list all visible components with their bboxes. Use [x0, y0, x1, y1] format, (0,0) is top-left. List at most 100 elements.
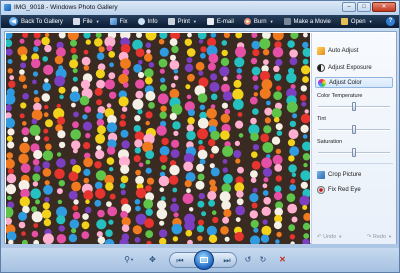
fix-button[interactable]: Fix — [105, 15, 133, 28]
bead — [148, 62, 155, 68]
bead — [249, 210, 258, 219]
rotate-clockwise-button[interactable]: ↻ — [258, 254, 268, 265]
fix-icon — [109, 18, 117, 25]
bead — [172, 121, 181, 130]
fix-red-eye-label: Fix Red Eye — [328, 186, 361, 193]
viewer-area: Auto Adjust Adjust Exposure Adjust Color… — [4, 31, 397, 244]
bead — [250, 177, 257, 183]
bead — [253, 84, 259, 90]
bead — [8, 80, 16, 88]
rotate-counterclockwise-button[interactable]: ↺ — [243, 254, 253, 265]
bead — [33, 89, 39, 95]
file-menu[interactable]: File ▼ — [68, 15, 105, 28]
bead — [145, 159, 151, 165]
adjust-exposure-button[interactable]: Adjust Exposure — [315, 62, 393, 73]
bead — [33, 39, 42, 47]
maximize-button[interactable]: □ — [357, 2, 371, 12]
bead — [96, 99, 103, 106]
crop-picture-button[interactable]: Crop Picture — [315, 169, 393, 180]
open-menu[interactable]: Open ▼ — [336, 15, 378, 28]
fix-red-eye-button[interactable]: Fix Red Eye — [315, 184, 393, 195]
bead — [6, 173, 17, 184]
bead — [209, 163, 215, 169]
slideshow-button[interactable] — [194, 250, 214, 270]
bead — [56, 152, 62, 157]
bead — [41, 36, 50, 46]
bead — [21, 127, 30, 136]
bead — [97, 209, 105, 218]
bead — [9, 75, 15, 81]
bead — [300, 124, 309, 133]
bead — [144, 218, 155, 229]
bead — [144, 53, 153, 62]
open-label: Open — [350, 18, 366, 25]
bead — [276, 130, 283, 136]
bead — [145, 167, 152, 174]
bead — [197, 128, 208, 140]
delete-button[interactable]: ✕ — [277, 254, 288, 265]
print-menu[interactable]: Print ▼ — [163, 15, 202, 28]
app-icon — [4, 4, 11, 11]
help-button[interactable]: ? — [386, 17, 395, 26]
back-to-gallery-button[interactable]: ◀ Back To Gallery — [4, 15, 68, 28]
next-button[interactable]: ⏭ — [220, 256, 234, 265]
open-folder-icon — [340, 18, 348, 25]
delete-icon: ✕ — [279, 254, 286, 264]
bead — [290, 178, 296, 184]
bead — [120, 164, 130, 174]
tint-thumb[interactable] — [352, 125, 356, 134]
bead — [42, 168, 52, 177]
bead — [82, 114, 88, 120]
crop-picture-label: Crop Picture — [328, 171, 362, 178]
bead — [6, 184, 17, 195]
bead — [289, 49, 298, 58]
redo-button[interactable]: ↷ Redo ▼ — [367, 234, 392, 240]
undo-button[interactable]: ↶ Undo ▼ — [317, 234, 342, 240]
burn-menu[interactable]: Burn ▼ — [239, 15, 279, 28]
close-button[interactable]: ✕ — [372, 2, 396, 12]
saturation-thumb[interactable] — [352, 148, 356, 157]
bead — [263, 177, 269, 183]
bead — [301, 101, 307, 107]
bead — [200, 52, 206, 59]
minimize-button[interactable]: – — [342, 2, 356, 12]
bead — [184, 180, 192, 188]
actual-size-button[interactable]: ✥ — [147, 254, 158, 265]
bead — [249, 193, 259, 203]
photo-view[interactable] — [6, 33, 310, 244]
auto-adjust-button[interactable]: Auto Adjust — [315, 45, 393, 56]
bead — [235, 120, 244, 129]
previous-button[interactable]: ⏮ — [173, 256, 187, 265]
bead — [173, 130, 179, 136]
bead — [183, 161, 194, 172]
bead — [109, 62, 114, 68]
bead — [220, 57, 230, 67]
title-bar[interactable]: IMG_9018 - Windows Photo Gallery – □ ✕ — [1, 1, 399, 15]
bead — [19, 38, 25, 44]
bead — [56, 103, 61, 109]
bead — [57, 130, 66, 139]
red-eye-icon — [317, 185, 325, 194]
saturation-slider[interactable] — [318, 148, 390, 157]
bead — [274, 207, 284, 217]
email-button[interactable]: E-mail — [202, 15, 239, 28]
info-button[interactable]: Info — [133, 15, 163, 28]
adjust-color-button[interactable]: Adjust Color — [315, 77, 393, 88]
color-temperature-slider[interactable] — [318, 102, 390, 111]
bead — [70, 129, 81, 140]
tint-slider[interactable] — [318, 125, 390, 134]
adjust-exposure-label: Adjust Exposure — [328, 64, 372, 71]
make-a-movie-button[interactable]: Make a Movie — [279, 15, 336, 28]
bead — [85, 206, 92, 214]
color-temperature-thumb[interactable] — [352, 102, 356, 111]
bead — [273, 116, 280, 123]
bead — [156, 208, 168, 220]
bead — [106, 146, 116, 155]
zoom-button[interactable]: ⚲ ▼ — [120, 254, 138, 265]
bead — [32, 79, 37, 85]
bead — [106, 45, 113, 52]
bead — [56, 215, 66, 225]
bead — [198, 70, 204, 76]
bead — [185, 84, 191, 90]
bead — [289, 234, 296, 240]
